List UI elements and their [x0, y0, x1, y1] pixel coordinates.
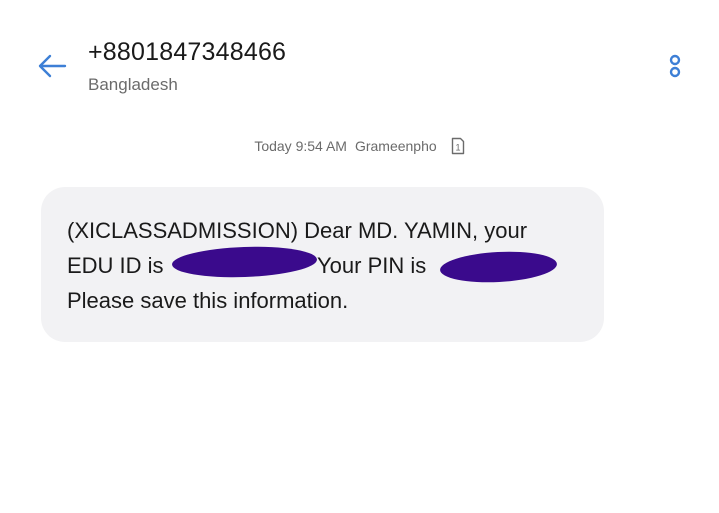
sim-1-icon: 1 — [451, 137, 465, 155]
contact-location: Bangladesh — [88, 75, 178, 94]
more-vertical-icon — [669, 54, 681, 78]
message-line-1: (XICLASSADMISSION) Dear MD. YAMIN, your — [67, 218, 528, 243]
more-options-button[interactable] — [664, 50, 686, 82]
message-line-2: EDU ID is — [67, 253, 164, 278]
sim-number: 1 — [455, 143, 460, 153]
message-meta: Today 9:54 AM Grameenpho 1 — [0, 137, 719, 155]
message-line-3: Please save this information. — [67, 288, 349, 313]
message-line-2b: Your PIN is — [317, 253, 427, 278]
arrow-left-icon — [38, 54, 67, 78]
carrier-name: Grameenpho — [354, 138, 437, 154]
back-button[interactable] — [34, 50, 70, 82]
message-time: Today 9:54 AM — [254, 138, 347, 154]
contact-title: +8801847348466 — [88, 38, 287, 66]
